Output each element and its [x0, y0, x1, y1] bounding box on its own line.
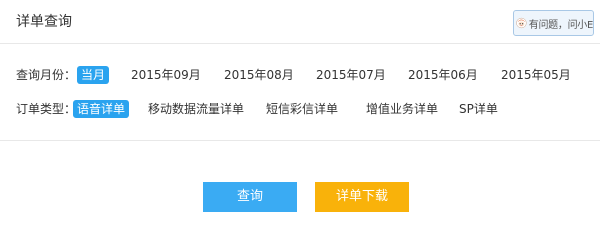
type-option-value-added[interactable]: 增值业务详单	[366, 100, 438, 118]
month-option-2015-09[interactable]: 2015年09月	[131, 66, 201, 84]
month-option-current[interactable]: 当月	[77, 66, 110, 84]
month-option-2015-08[interactable]: 2015年08月	[224, 66, 294, 84]
help-assistant-label: 有问题，问小E	[528, 19, 594, 31]
help-assistant-button[interactable]: 有问题，问小E	[513, 10, 594, 36]
download-details-button[interactable]: 详单下载	[315, 182, 409, 212]
robot-avatar-icon	[516, 17, 527, 29]
page-title: 详单查询	[16, 14, 72, 30]
month-filter-row: 查询月份： 当月 2015年09月 2015年08月 2015年07月 2015…	[16, 64, 586, 86]
month-option-2015-06[interactable]: 2015年06月	[408, 66, 478, 84]
section-divider	[0, 140, 600, 141]
type-option-sms-mms[interactable]: 短信彩信详单	[266, 100, 338, 118]
type-filter-label: 订单类型：	[16, 102, 77, 116]
type-filter-row: 订单类型： 语音详单 移动数据流量详单 短信彩信详单 增值业务详单 SP详单	[16, 98, 586, 120]
month-filter-label: 查询月份：	[16, 68, 77, 82]
month-option-2015-05[interactable]: 2015年05月	[501, 66, 571, 84]
page-header: 详单查询 有问题，问小E	[0, 0, 600, 44]
query-button[interactable]: 查询	[203, 182, 297, 212]
type-option-voice[interactable]: 语音详单	[73, 100, 130, 118]
type-option-sp[interactable]: SP详单	[459, 100, 498, 118]
type-option-mobile-data[interactable]: 移动数据流量详单	[148, 100, 244, 118]
month-option-2015-07[interactable]: 2015年07月	[316, 66, 386, 84]
